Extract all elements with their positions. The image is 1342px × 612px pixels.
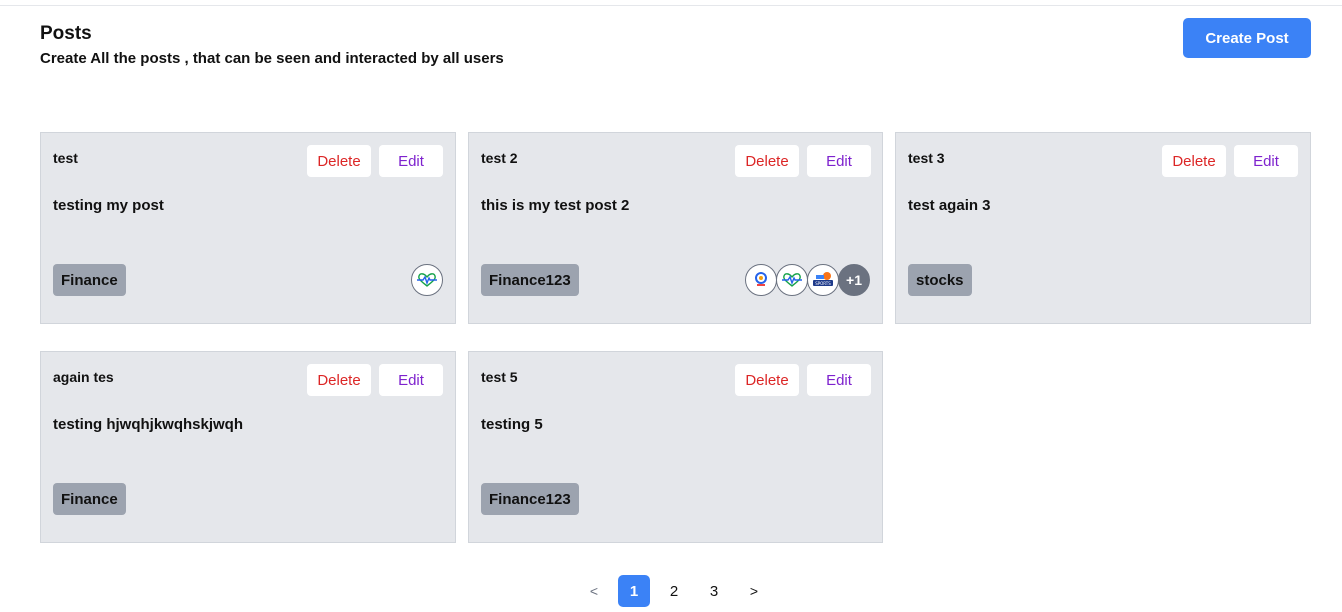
post-tag: Finance123 (481, 483, 579, 515)
post-body: this is my test post 2 (481, 197, 630, 214)
post-body: testing 5 (481, 416, 543, 433)
page-button-2[interactable]: 2 (658, 575, 690, 607)
edit-button[interactable]: Edit (379, 145, 443, 177)
delete-button[interactable]: Delete (1162, 145, 1226, 177)
post-tag: stocks (908, 264, 972, 296)
post-card: test 3 Delete Edit test again 3 stocks (895, 132, 1311, 324)
edit-button[interactable]: Edit (807, 145, 871, 177)
post-body: testing my post (53, 197, 164, 214)
page-header: Posts Create All the posts , that can be… (40, 22, 504, 69)
post-tag: Finance123 (481, 264, 579, 296)
sports-logo-icon[interactable]: SPORTS (807, 264, 839, 296)
delete-button[interactable]: Delete (307, 364, 371, 396)
delete-button[interactable]: Delete (735, 364, 799, 396)
post-title: again tes (53, 369, 114, 385)
avatar-group (411, 264, 443, 296)
pin-logo-icon[interactable] (745, 264, 777, 296)
post-title: test 5 (481, 369, 518, 385)
delete-button[interactable]: Delete (307, 145, 371, 177)
edit-button[interactable]: Edit (1234, 145, 1298, 177)
post-tag: Finance (53, 483, 126, 515)
page-subtitle: Create All the posts , that can be seen … (40, 50, 504, 67)
page-title: Posts (40, 23, 92, 44)
post-card: test Delete Edit testing my post Finance (40, 132, 456, 324)
edit-button[interactable]: Edit (379, 364, 443, 396)
pagination: < 1 2 3 > (578, 575, 778, 607)
post-title: test (53, 150, 78, 166)
post-body: test again 3 (908, 197, 991, 214)
delete-button[interactable]: Delete (735, 145, 799, 177)
post-body: testing hjwqhjkwqhskjwqh (53, 416, 244, 433)
more-avatars-badge[interactable]: +1 (838, 264, 870, 296)
post-title: test 3 (908, 150, 945, 166)
next-page-button[interactable]: > (738, 575, 770, 607)
page-button-3[interactable]: 3 (698, 575, 730, 607)
post-card: test 5 Delete Edit testing 5 Finance123 (468, 351, 883, 543)
page-button-1[interactable]: 1 (618, 575, 650, 607)
prev-page-button[interactable]: < (578, 575, 610, 607)
post-title: test 2 (481, 150, 518, 166)
post-card: again tes Delete Edit testing hjwqhjkwqh… (40, 351, 456, 543)
post-tag: Finance (53, 264, 126, 296)
avatar-group: +1 SPORTS (745, 264, 870, 296)
svg-text:SPORTS: SPORTS (815, 281, 831, 286)
heart-pulse-icon[interactable] (776, 264, 808, 296)
heart-pulse-icon[interactable] (411, 264, 443, 296)
post-card: test 2 Delete Edit this is my test post … (468, 132, 883, 324)
top-divider (0, 5, 1342, 6)
edit-button[interactable]: Edit (807, 364, 871, 396)
create-post-button[interactable]: Create Post (1183, 18, 1311, 58)
